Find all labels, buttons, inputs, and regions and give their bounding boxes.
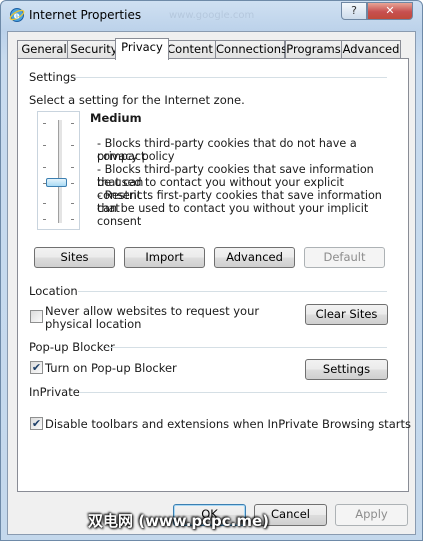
slider-tick — [43, 145, 46, 146]
settings-divider — [75, 77, 387, 78]
tab-security[interactable]: Security — [67, 40, 121, 59]
never-allow-location-label-cont: physical location — [45, 317, 142, 331]
never-allow-location-checkbox[interactable] — [30, 310, 43, 323]
svg-text:e: e — [14, 12, 20, 22]
slider-tick — [71, 123, 74, 124]
slider-thumb[interactable] — [46, 178, 67, 187]
slider-tick — [43, 167, 46, 168]
import-button[interactable]: Import — [124, 247, 205, 268]
slider-tick — [71, 203, 74, 204]
slider-tick — [43, 203, 46, 204]
inprivate-divider — [79, 392, 387, 393]
slider-tick — [43, 219, 46, 220]
tab-general[interactable]: General — [17, 40, 71, 59]
settings-heading: Settings — [29, 70, 77, 84]
location-heading: Location — [29, 284, 78, 298]
level-description-line: can be used to contact you without your … — [97, 202, 369, 228]
popup-blocker-divider — [106, 347, 387, 348]
tab-connections[interactable]: Connections — [215, 40, 287, 59]
level-description-line: privacy policy — [97, 150, 175, 163]
advanced-button[interactable]: Advanced — [214, 247, 295, 268]
internet-explorer-icon: e — [9, 8, 25, 22]
disable-toolbars-checkbox[interactable]: ✔ — [30, 417, 43, 430]
popup-blocker-checkbox[interactable]: ✔ — [30, 361, 43, 374]
window-title: Internet Properties — [29, 8, 142, 22]
checkmark-icon: ✔ — [31, 361, 42, 374]
site-watermark: 双电网 (www.pcpc.me) — [88, 512, 270, 530]
location-divider — [78, 291, 387, 292]
help-button[interactable]: ? — [341, 2, 367, 20]
slider-tick — [43, 123, 46, 124]
default-button[interactable]: Default — [304, 247, 385, 268]
slider-track — [58, 120, 63, 223]
privacy-level-slider[interactable] — [37, 111, 80, 230]
slider-tick — [71, 183, 74, 184]
privacy-level-name: Medium — [90, 111, 142, 125]
slider-tick — [71, 167, 74, 168]
tab-advanced[interactable]: Advanced — [341, 40, 401, 59]
inprivate-heading: InPrivate — [29, 385, 80, 399]
disable-toolbars-label: Disable toolbars and extensions when InP… — [45, 417, 411, 431]
never-allow-location-label: Never allow websites to request your — [45, 304, 260, 318]
slider-tick — [71, 219, 74, 220]
zone-instruction: Select a setting for the Internet zone. — [29, 93, 245, 107]
popup-blocker-label: Turn on Pop-up Blocker — [45, 361, 177, 375]
apply-button[interactable]: Apply — [335, 504, 408, 526]
slider-tick — [71, 145, 74, 146]
sites-button[interactable]: Sites — [34, 247, 115, 268]
background-url-text: www.google.com — [169, 10, 255, 21]
title-bar[interactable]: e Internet Properties www.google.com ? ✕ — [1, 1, 422, 31]
clear-sites-button[interactable]: Clear Sites — [305, 304, 388, 325]
tab-privacy[interactable]: Privacy — [115, 38, 169, 60]
tab-programs[interactable]: Programs — [285, 40, 342, 59]
popup-blocker-heading: Pop-up Blocker — [29, 340, 115, 354]
checkmark-icon: ✔ — [31, 417, 42, 430]
popup-settings-button[interactable]: Settings — [305, 359, 388, 380]
close-button[interactable]: ✕ — [367, 2, 413, 20]
tab-content[interactable]: Content — [164, 40, 216, 59]
